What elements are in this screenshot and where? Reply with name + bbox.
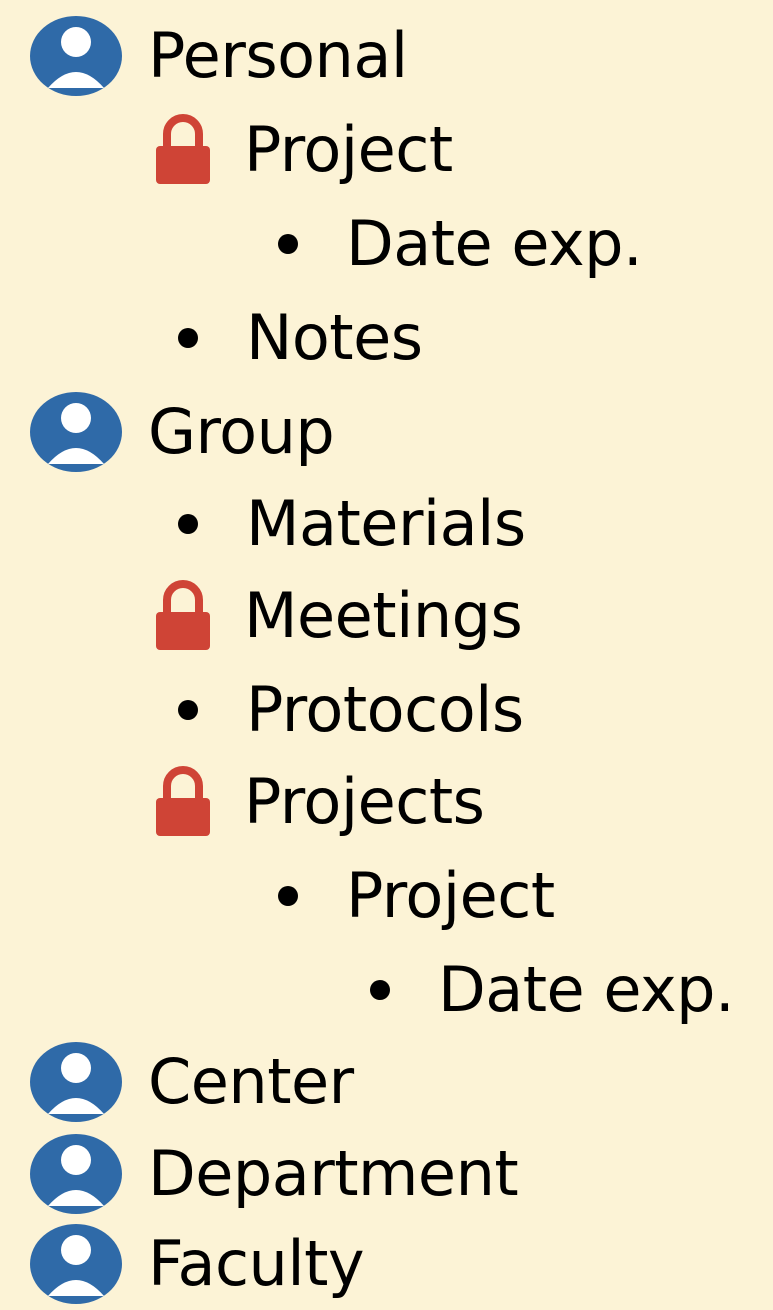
tree-node-personal: Personal xyxy=(26,10,408,102)
node-label: Project xyxy=(244,113,453,186)
node-label: Personal xyxy=(148,19,408,92)
user-icon xyxy=(26,10,126,102)
node-label: Group xyxy=(148,395,335,468)
user-icon xyxy=(26,1218,126,1310)
tree-node-project-sub: Project xyxy=(260,850,555,942)
lock-icon xyxy=(150,570,216,662)
bullet-icon xyxy=(160,292,216,384)
tree-node-center: Center xyxy=(26,1036,354,1128)
user-icon xyxy=(26,1128,126,1220)
user-icon xyxy=(26,1036,126,1128)
bullet-icon xyxy=(260,198,316,290)
node-label: Protocols xyxy=(246,673,524,746)
tree-node-meetings: Meetings xyxy=(150,570,523,662)
tree-node-projects: Projects xyxy=(150,756,485,848)
tree-node-department: Department xyxy=(26,1128,519,1220)
node-label: Meetings xyxy=(244,579,523,652)
node-label: Date exp. xyxy=(438,953,735,1026)
node-label: Department xyxy=(148,1137,519,1210)
lock-icon xyxy=(150,104,216,196)
user-icon xyxy=(26,386,126,478)
node-label: Projects xyxy=(244,765,485,838)
node-label: Notes xyxy=(246,301,423,374)
node-label: Faculty xyxy=(148,1227,365,1300)
tree-node-faculty: Faculty xyxy=(26,1218,365,1310)
tree-node-protocols: Protocols xyxy=(160,664,524,756)
bullet-icon xyxy=(160,478,216,570)
tree-node-materials: Materials xyxy=(160,478,526,570)
tree-node-date-exp-sub: Date exp. xyxy=(352,944,735,1036)
bullet-icon xyxy=(352,944,408,1036)
tree-node-group: Group xyxy=(26,386,335,478)
node-label: Project xyxy=(346,859,555,932)
permission-tree: Personal Project Date exp. Notes Group M… xyxy=(0,0,773,1309)
node-label: Center xyxy=(148,1045,354,1118)
node-label: Materials xyxy=(246,487,526,560)
bullet-icon xyxy=(160,664,216,756)
tree-node-project: Project xyxy=(150,104,453,196)
lock-icon xyxy=(150,756,216,848)
bullet-icon xyxy=(260,850,316,942)
tree-node-notes: Notes xyxy=(160,292,423,384)
node-label: Date exp. xyxy=(346,207,643,280)
tree-node-date-exp: Date exp. xyxy=(260,198,643,290)
